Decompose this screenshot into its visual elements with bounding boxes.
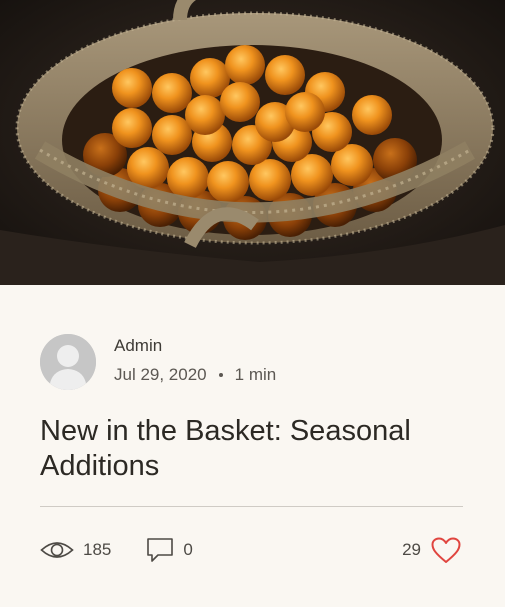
- blog-post-card[interactable]: Admin Jul 29, 2020 1 min New in the Bask…: [0, 0, 505, 607]
- author-name[interactable]: Admin: [114, 336, 276, 356]
- author-block: Admin Jul 29, 2020 1 min: [114, 336, 276, 385]
- views-count: 185: [83, 540, 112, 559]
- likes-count: 29: [402, 540, 421, 559]
- post-stats: 185 0: [40, 536, 193, 564]
- separator-dot: [218, 372, 223, 377]
- post-meta: Admin Jul 29, 2020 1 min: [40, 334, 276, 390]
- cover-image[interactable]: [0, 0, 505, 285]
- divider: [40, 506, 463, 507]
- eye-icon: [40, 542, 74, 558]
- comments-count: 0: [183, 540, 193, 559]
- post-date: Jul 29, 2020: [114, 364, 207, 384]
- comment-icon: [147, 538, 174, 562]
- comments-stat[interactable]: 0: [146, 537, 193, 563]
- date-line: Jul 29, 2020 1 min: [114, 365, 276, 385]
- read-time: 1 min: [234, 364, 277, 384]
- post-title[interactable]: New in the Basket: Seasonal Additions: [40, 414, 480, 484]
- heart-icon[interactable]: [431, 537, 461, 564]
- oranges-basket-image: [0, 0, 505, 285]
- avatar[interactable]: [40, 334, 96, 390]
- user-avatar-icon: [40, 334, 96, 390]
- views-stat: 185: [40, 540, 111, 560]
- likes-stat: 29: [402, 536, 461, 564]
